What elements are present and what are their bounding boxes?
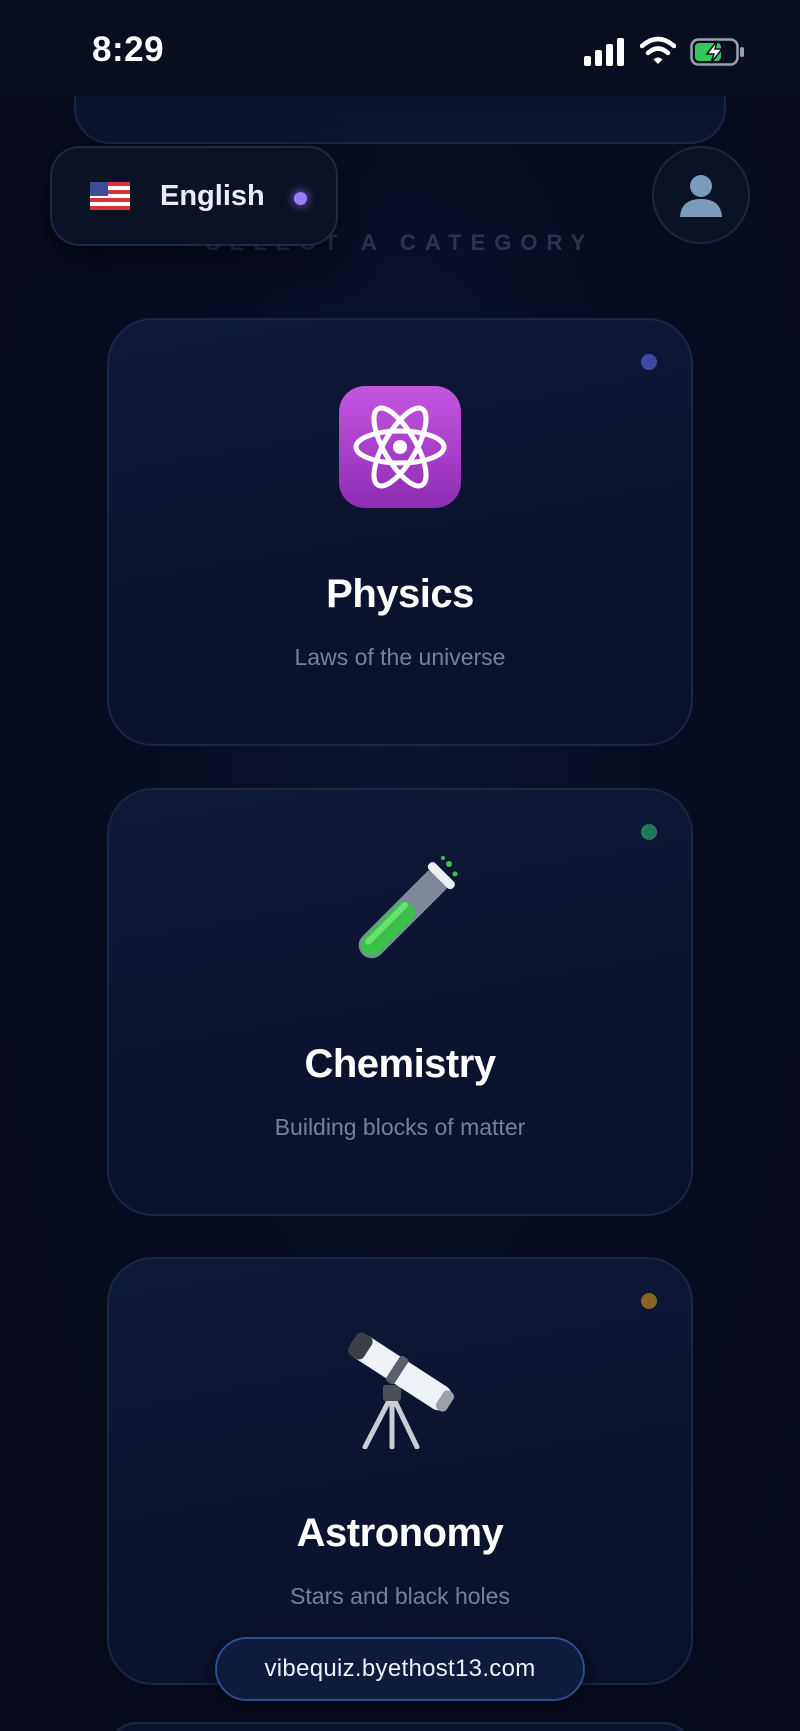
card-title: Astronomy [296,1511,504,1555]
category-card-chemistry[interactable]: Chemistry Building blocks of matter [107,788,693,1216]
card-subtitle: Building blocks of matter [274,1114,526,1140]
user-icon [680,175,722,217]
us-flag-icon [90,182,130,210]
test-tube-icon [358,856,458,959]
category-card-astronomy[interactable]: Astronomy Stars and black holes [107,1257,693,1685]
language-label: English [160,179,265,212]
card-indicator-dot [641,1293,657,1309]
signal-icon [584,38,624,66]
wifi-icon [640,36,676,64]
profile-button[interactable] [652,146,750,244]
atom-icon [339,386,461,508]
card-subtitle: Laws of the universe [294,644,506,670]
category-card-physics[interactable]: Physics Laws of the universe [107,318,693,746]
card-title: Physics [326,572,474,616]
card-title: Chemistry [304,1042,496,1086]
status-bar: 8:29 [0,0,800,96]
status-time: 8:29 [92,30,165,69]
next-category-card[interactable] [107,1722,693,1731]
app-screen: 8:29 SELECT A CATEGORY English Physics L… [0,0,800,1731]
telescope-icon [347,1332,455,1449]
language-indicator-dot [294,192,307,205]
battery-charging-icon [690,38,744,66]
card-indicator-dot [641,354,657,370]
url-bar[interactable]: vibequiz.byethost13.com [215,1637,585,1701]
card-subtitle: Stars and black holes [290,1583,510,1609]
language-selector[interactable]: English [50,146,338,246]
card-indicator-dot [641,824,657,840]
